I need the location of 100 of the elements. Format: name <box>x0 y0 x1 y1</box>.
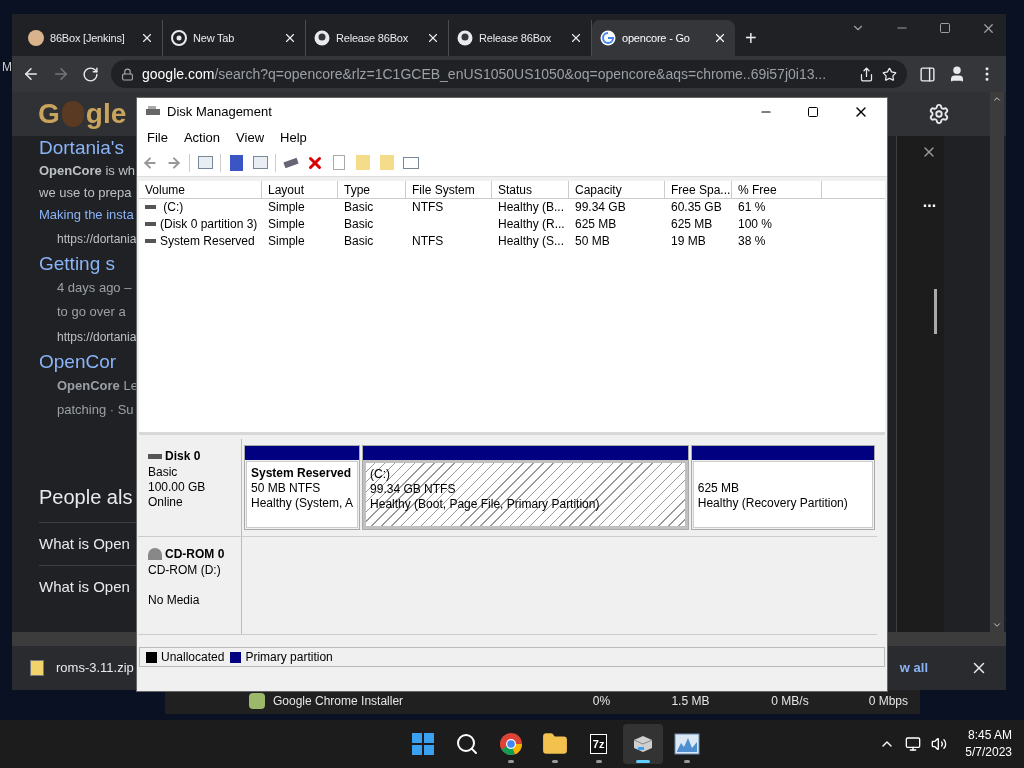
table-cell-text: Simple <box>268 233 305 251</box>
table-cell-text: 99.34 GB <box>575 199 626 217</box>
table-cell-text: Healthy (B... <box>498 199 565 217</box>
new-tab-button[interactable]: + <box>735 20 767 56</box>
table-cell-text: 50 MB <box>575 233 610 251</box>
column-header[interactable]: Capacity <box>569 180 665 198</box>
side-panel-icon[interactable] <box>919 65 936 83</box>
partition-name: (C:) <box>370 467 392 482</box>
volume-icon[interactable] <box>931 736 948 752</box>
table-cell-text: Healthy (S... <box>498 233 565 251</box>
disk-name: CD-ROM 0 <box>165 546 225 563</box>
settings-icon[interactable] <box>928 103 950 125</box>
table-cell-text: Basic <box>344 233 374 251</box>
folder-icon <box>541 731 568 757</box>
result-text: we use to prepa <box>39 184 133 202</box>
taskbar-app[interactable]: 7z <box>578 724 619 764</box>
menu-item[interactable]: View <box>228 127 273 148</box>
avatar-icon <box>28 30 44 46</box>
scrollbar[interactable] <box>990 92 1004 632</box>
scrollbar-thumb-icon[interactable] <box>934 289 937 334</box>
maximize-icon[interactable] <box>807 105 819 118</box>
pane-icon[interactable] <box>251 153 269 172</box>
profile-icon[interactable] <box>948 65 966 83</box>
disk-info: Online <box>148 495 184 510</box>
windows-icon <box>410 732 435 756</box>
column-header[interactable]: Volume <box>139 180 262 198</box>
process-cell-text: 1.5 MB <box>670 693 711 710</box>
lock-icon <box>121 67 134 81</box>
close-icon[interactable] <box>713 31 727 45</box>
close-icon[interactable] <box>426 31 440 45</box>
search-icon <box>454 732 479 756</box>
result-link[interactable]: OpenCor <box>39 350 136 374</box>
archive-icon: 7z <box>589 734 608 754</box>
table-cell-text: 19 MB <box>671 233 706 251</box>
address-bar[interactable]: google.com/search?q=opencore&rlz=1C1GCEB_enUS1050US1050&oq=opencore&aqs=chrome..69i57j0i13... <box>111 60 907 88</box>
back-icon[interactable] <box>22 65 40 83</box>
google-icon <box>600 30 616 46</box>
partition-size: 625 MB <box>697 481 741 496</box>
column-header[interactable]: File System <box>406 180 492 198</box>
result-text: https://dortania <box>56 231 136 248</box>
result-link[interactable]: Making the insta <box>39 204 136 226</box>
column-header[interactable]: Type <box>338 180 406 198</box>
table-cell-text: (C:) <box>162 199 184 217</box>
more-button[interactable]: ... <box>922 190 937 214</box>
drive-icon <box>145 239 156 244</box>
partition-status: Healthy (Boot, Page File, Primary Partition) <box>370 497 601 512</box>
clock-time[interactable]: 8:45 AM <box>967 727 1012 744</box>
menu-item[interactable]: File <box>139 127 176 148</box>
process-cell-text: 0 Mbps <box>867 693 909 710</box>
table-cell-text: 61 % <box>738 199 766 217</box>
table-cell-text: Simple <box>268 199 305 217</box>
menu-item[interactable]: Action <box>175 127 229 148</box>
window-title: Disk Management <box>167 103 272 122</box>
close-icon[interactable] <box>140 31 154 45</box>
partition-block[interactable]: (C:) 99.34 GB NTFS Healthy (Boot, Page File, Primary Partition) <box>362 445 689 530</box>
partition-block[interactable]: 625 MB Healthy (Recovery Partition) <box>690 445 875 530</box>
result-text: to go over a <box>56 303 127 321</box>
legend-label: Unallocated <box>161 649 225 666</box>
browser-tab[interactable]: opencore - Go <box>592 20 735 56</box>
column-header[interactable]: Layout <box>262 180 338 198</box>
close-icon[interactable] <box>283 31 297 45</box>
result-text: https://dortania <box>56 329 136 346</box>
maximize-icon[interactable] <box>939 22 951 34</box>
disk-info: Basic <box>148 465 179 480</box>
table-cell-text: Basic <box>344 216 374 234</box>
partition-status: Healthy (System, A <box>251 496 354 511</box>
partition-size: 99.34 GB NTFS <box>370 482 457 497</box>
menu-item[interactable]: Help <box>272 127 315 148</box>
table-cell-text: 100 % <box>738 216 773 234</box>
reload-icon[interactable] <box>82 65 99 83</box>
close-icon[interactable] <box>569 31 583 45</box>
clock-date[interactable]: 5/7/2023 <box>965 744 1012 761</box>
drive-icon <box>145 222 156 227</box>
table-cell-text: System Reserved <box>160 233 255 251</box>
share-icon[interactable] <box>859 66 874 82</box>
process-name: Google Chrome Installer <box>273 693 404 710</box>
scroll-down-icon[interactable] <box>992 620 1002 630</box>
disk-info: CD-ROM (D:) <box>148 563 222 578</box>
table-cell-text: 38 % <box>738 233 766 251</box>
partition-block[interactable]: System Reserved 50 MB NTFS Healthy (System, A <box>244 445 361 530</box>
show-all-link[interactable]: w all <box>899 658 928 678</box>
taskbar-app[interactable] <box>622 724 663 764</box>
column-header[interactable]: Status <box>492 180 569 198</box>
result-link[interactable]: Getting s <box>39 252 136 276</box>
tab-title: Release 86Box <box>479 30 552 46</box>
table-cell-text: Simple <box>268 216 305 234</box>
table-cell-text: 625 MB <box>575 216 617 234</box>
download-file-name[interactable]: roms-3.11.zip <box>56 658 134 678</box>
chrome-icon <box>171 30 187 46</box>
forward-icon[interactable] <box>52 65 70 83</box>
partition-status: Healthy (Recovery Partition) <box>697 496 849 511</box>
column-header[interactable]: % Free <box>732 180 822 198</box>
drive-icon <box>148 453 162 459</box>
star-icon[interactable] <box>882 66 897 82</box>
table-cell-text: 625 MB <box>671 216 713 234</box>
scroll-up-icon[interactable] <box>992 94 1002 104</box>
pane-icon[interactable] <box>196 153 214 172</box>
network-icon[interactable] <box>905 736 922 752</box>
column-header[interactable]: Free Spa... <box>665 180 732 198</box>
result-link[interactable]: Dortania's <box>39 136 136 160</box>
